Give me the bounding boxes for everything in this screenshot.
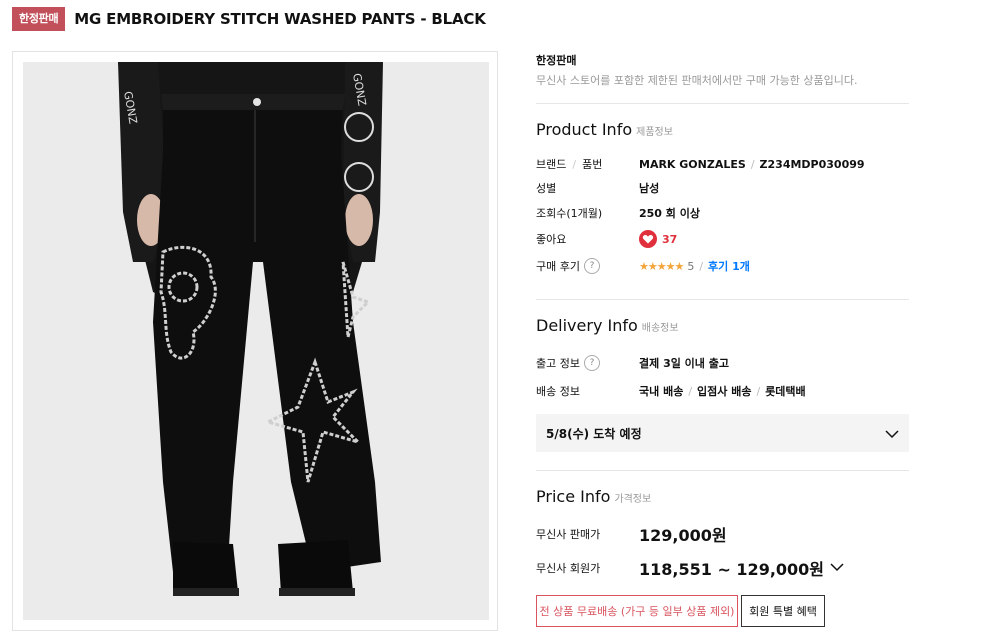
gender-row: 성별 남성: [536, 178, 909, 198]
delivery-info-heading: Delivery Info 배송정보: [536, 316, 679, 335]
delivery-method-row: 배송 정보 국내 배송 / 입점사 배송 / 롯데택배: [536, 384, 806, 399]
price-info-title: Price Info: [536, 487, 611, 506]
product-info-sub: 제품정보: [636, 127, 673, 138]
limited-sale-desc: 무신사 스토어를 포함한 제한된 판매처에서만 구매 가능한 상품입니다.: [536, 74, 858, 87]
help-icon[interactable]: ?: [583, 258, 600, 274]
review-label: 구매 후기: [536, 260, 580, 273]
brand-label: 브랜드: [536, 158, 567, 171]
views-label: 조회수(1개월): [536, 207, 603, 220]
delivery-info-sub: 배송정보: [641, 323, 679, 334]
code-label: 품번: [582, 158, 603, 171]
gender-label: 성별: [536, 182, 557, 195]
member-price-toggle[interactable]: 118,551 ~ 129,000원: [639, 556, 844, 580]
product-info-heading: Product Info 제품정보: [536, 120, 673, 139]
sale-price-row: 무신사 판매가 129,000원: [536, 524, 909, 545]
product-header: 한정판매 MG EMBROIDERY STITCH WASHED PANTS -…: [12, 6, 486, 32]
divider: [536, 103, 909, 104]
sale-price: 129,000원: [639, 526, 727, 545]
product-code: Z234MDP030099: [759, 157, 865, 171]
views-value: 250 회 이상: [639, 207, 700, 220]
price-info-heading: Price Info 가격정보: [536, 487, 651, 506]
shipping-value: 결제 3일 이내 출고: [639, 357, 729, 370]
delivery-method-3: 롯데택배: [765, 385, 806, 398]
limited-sale-title: 한정판매: [536, 54, 577, 67]
member-price: 118,551 ~ 129,000원: [639, 560, 825, 579]
divider: [536, 299, 909, 300]
delivery-method-1: 국내 배송: [639, 385, 684, 398]
delivery-method-2: 입점사 배송: [697, 385, 752, 398]
delivery-method-label: 배송 정보: [536, 385, 580, 398]
price-info-sub: 가격정보: [614, 494, 652, 505]
chevron-down-icon: [885, 424, 899, 443]
heart-icon[interactable]: [639, 230, 657, 248]
chevron-down-icon: [830, 562, 844, 575]
likes-row: 좋아요 37: [536, 229, 909, 249]
rating-value: 5: [687, 259, 695, 273]
likes-count: 37: [662, 232, 678, 246]
rating-stars: ★★★★★: [639, 259, 684, 273]
product-title: MG EMBROIDERY STITCH WASHED PANTS - BLAC…: [74, 10, 486, 28]
product-image[interactable]: GONZ GONZ: [23, 62, 489, 620]
review-count-link[interactable]: 후기 1개: [708, 258, 750, 274]
member-benefit-button[interactable]: 회원 특별 혜택: [741, 595, 825, 627]
views-row: 조회수(1개월) 250 회 이상: [536, 203, 909, 223]
review-row: 구매 후기 ? ★★★★★ 5/ 후기 1개: [536, 258, 750, 274]
shipping-label: 출고 정보: [536, 357, 580, 370]
arrival-estimate-text: 5/8(수) 도착 예정: [546, 426, 642, 441]
pants-photo: GONZ GONZ: [23, 62, 489, 620]
divider: [536, 470, 909, 471]
brand-row: 브랜드 / 품번 MARK GONZALES / Z234MDP030099: [536, 157, 865, 172]
brand-link[interactable]: MARK GONZALES: [639, 158, 746, 171]
sale-price-label: 무신사 판매가: [536, 528, 601, 541]
arrival-estimate-toggle[interactable]: 5/8(수) 도착 예정: [536, 414, 909, 452]
shipping-row: 출고 정보 ? 결제 3일 이내 출고: [536, 353, 909, 373]
limited-badge: 한정판매: [12, 7, 66, 31]
gender-value: 남성: [639, 182, 660, 195]
member-price-label: 무신사 회원가: [536, 562, 601, 575]
product-image-frame: GONZ GONZ: [12, 51, 498, 631]
member-price-row: 무신사 회원가 118,551 ~ 129,000원: [536, 556, 909, 580]
help-icon[interactable]: ?: [583, 355, 600, 371]
delivery-info-title: Delivery Info: [536, 316, 638, 335]
likes-label: 좋아요: [536, 233, 567, 246]
product-info-title: Product Info: [536, 120, 633, 139]
free-shipping-button[interactable]: 전 상품 무료배송 (가구 등 일부 상품 제외): [536, 595, 738, 627]
